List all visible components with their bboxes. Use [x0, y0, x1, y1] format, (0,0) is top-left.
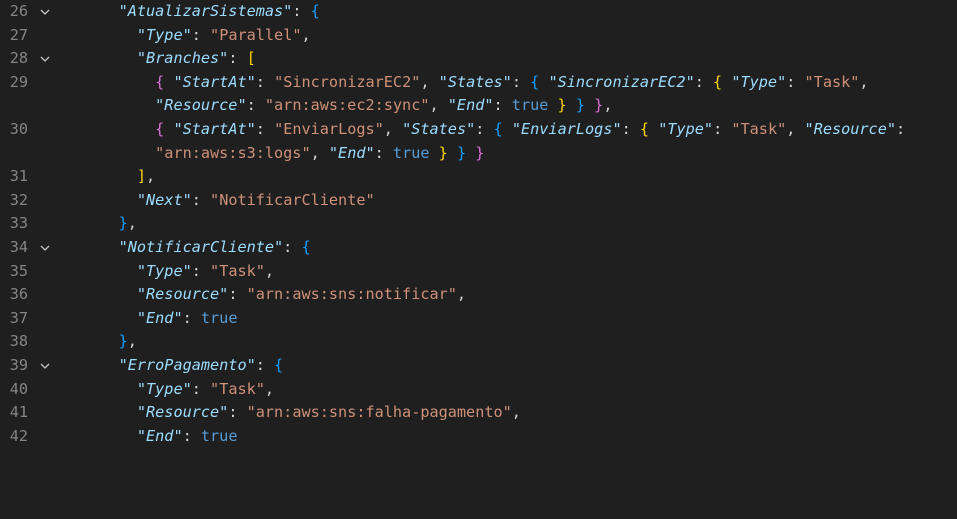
- code-line[interactable]: 38 },: [0, 330, 957, 354]
- line-number: 34: [9, 237, 28, 256]
- code-line[interactable]: 37 "End": true: [0, 307, 957, 331]
- line-number: 38: [9, 332, 28, 351]
- code-content: "ErroPagamento": {: [118, 355, 284, 374]
- code-line[interactable]: 30 { "StartAt": "EnviarLogs", "States": …: [0, 118, 957, 142]
- code-content: },: [118, 214, 137, 233]
- code-line[interactable]: 39 "ErroPagamento": {: [0, 354, 957, 378]
- line-number: 31: [9, 167, 28, 186]
- chevron-down-icon[interactable]: [37, 236, 53, 260]
- code-line[interactable]: 41 "Resource": "arn:aws:sns:falha-pagame…: [0, 401, 957, 425]
- line-number: 26: [9, 2, 28, 20]
- code-line[interactable]: 34 "NotificarCliente": {: [0, 236, 957, 260]
- line-number: 27: [9, 25, 28, 44]
- code-line[interactable]: 28 "Branches": [: [0, 47, 957, 71]
- code-line[interactable]: 40 "Type": "Task",: [0, 378, 957, 402]
- code-line[interactable]: 36 "Resource": "arn:aws:sns:notificar",: [0, 283, 957, 307]
- code-content: { "StartAt": "SincronizarEC2", "States":…: [155, 72, 869, 91]
- line-number: 40: [9, 379, 28, 398]
- line-number: 37: [9, 308, 28, 327]
- code-line[interactable]: 31 ],: [0, 165, 957, 189]
- code-line-wrapped[interactable]: "Resource": "arn:aws:ec2:sync", "End": t…: [0, 94, 957, 118]
- line-number: 33: [9, 214, 28, 233]
- code-editor[interactable]: 26 "AtualizarSistemas": { 27 "Type": "Pa…: [0, 0, 957, 455]
- code-content: "NotificarCliente": {: [118, 237, 311, 256]
- code-line[interactable]: 32 "Next": "NotificarCliente": [0, 189, 957, 213]
- code-content: },: [118, 332, 137, 351]
- chevron-down-icon[interactable]: [37, 354, 53, 378]
- code-content: ],: [136, 167, 156, 186]
- code-content: "Type": "Task",: [136, 379, 275, 398]
- code-line[interactable]: 42 "End": true: [0, 425, 957, 449]
- code-content: "Type": "Task",: [136, 261, 275, 280]
- code-line-wrapped[interactable]: "arn:aws:s3:logs", "End": true } } }: [0, 142, 957, 166]
- line-number: 30: [9, 119, 28, 138]
- code-content: "Type": "Parallel",: [136, 25, 311, 44]
- code-content: "arn:aws:s3:logs", "End": true } } }: [155, 143, 485, 162]
- code-line[interactable]: 26 "AtualizarSistemas": {: [0, 0, 957, 24]
- line-number: 39: [9, 355, 28, 374]
- code-content: "End": true: [136, 308, 238, 327]
- chevron-down-icon[interactable]: [37, 0, 53, 24]
- code-content: "Resource": "arn:aws:sns:notificar",: [136, 285, 467, 304]
- line-number: 36: [9, 285, 28, 304]
- code-content: "AtualizarSistemas": {: [118, 2, 320, 20]
- code-content: "Resource": "arn:aws:sns:falha-pagamento…: [136, 403, 521, 422]
- code-content: "Branches": [: [136, 49, 256, 68]
- code-line[interactable]: 33 },: [0, 212, 957, 236]
- line-number: 35: [9, 261, 28, 280]
- code-content: { "StartAt": "EnviarLogs", "States": { "…: [155, 119, 906, 138]
- line-number: 28: [9, 49, 28, 68]
- code-line[interactable]: 35 "Type": "Task",: [0, 260, 957, 284]
- code-content: "End": true: [136, 426, 238, 445]
- line-number: 41: [9, 403, 28, 422]
- line-number: 32: [9, 190, 28, 209]
- code-content: "Next": "NotificarCliente": [136, 190, 375, 209]
- line-number: 42: [9, 426, 28, 445]
- line-number: 29: [9, 72, 28, 91]
- chevron-down-icon[interactable]: [37, 47, 53, 71]
- code-line[interactable]: 29 { "StartAt": "SincronizarEC2", "State…: [0, 71, 957, 95]
- code-line[interactable]: 27 "Type": "Parallel",: [0, 24, 957, 48]
- code-content: "Resource": "arn:aws:ec2:sync", "End": t…: [155, 96, 613, 115]
